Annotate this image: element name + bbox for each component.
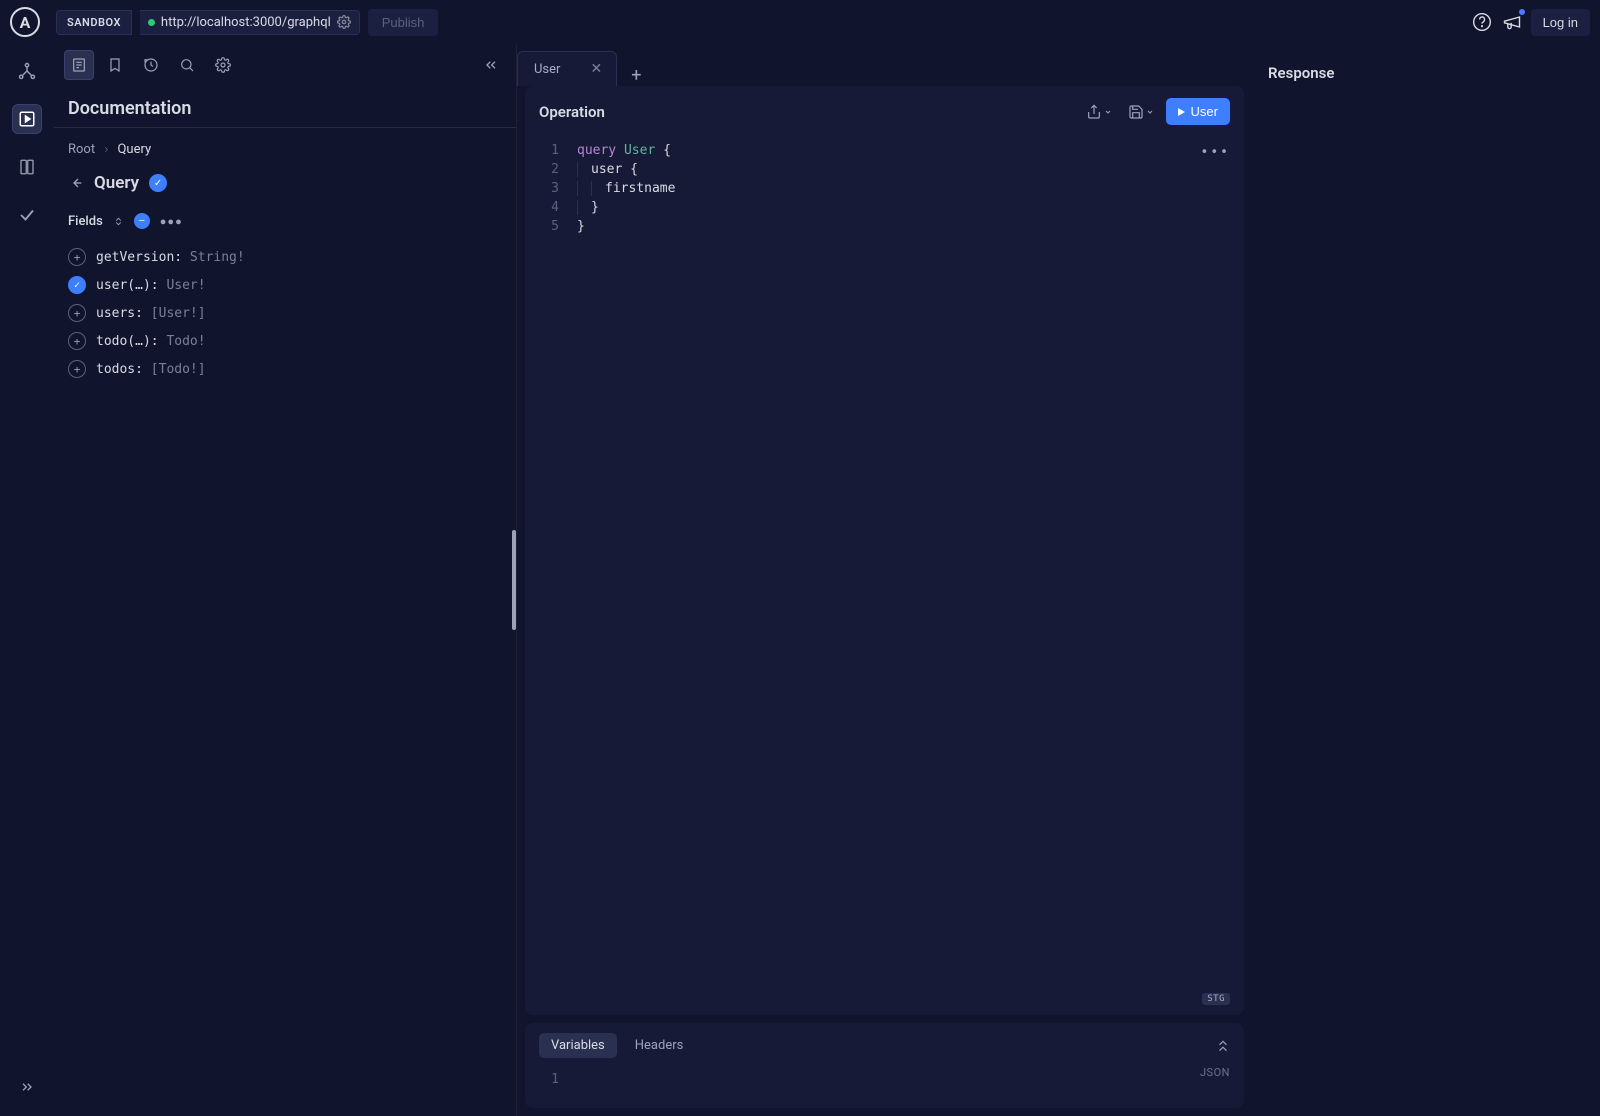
field-signature: todos: [Todo!]	[96, 362, 206, 377]
variables-tab[interactable]: Variables	[539, 1033, 617, 1058]
field-signature: user(…): User!	[96, 278, 206, 293]
bookmark-icon[interactable]	[100, 50, 130, 80]
deselect-all-icon[interactable]: −	[134, 213, 150, 229]
editor-menu-icon[interactable]: •••	[1201, 145, 1230, 160]
collapse-rail-icon[interactable]	[12, 1072, 42, 1102]
endpoint-settings-icon[interactable]	[337, 15, 351, 29]
center-panel: User ✕ + Operation User	[517, 44, 1252, 1116]
collapse-panel-icon[interactable]	[476, 50, 506, 80]
tab-label: User	[534, 62, 560, 77]
doc-toolbar	[54, 44, 516, 86]
history-icon[interactable]	[136, 50, 166, 80]
endpoint-input[interactable]: http://localhost:3000/graphql	[140, 10, 360, 35]
variables-panel: Variables Headers JSON 1	[525, 1023, 1244, 1108]
operation-container: Operation User ••• 1query User { 2user {	[525, 86, 1244, 1015]
field-signature: todo(…): Todo!	[96, 334, 206, 349]
variables-editor[interactable]: JSON 1	[525, 1066, 1244, 1108]
fields-label: Fields	[68, 214, 103, 229]
run-label: User	[1191, 104, 1218, 119]
fields-header: Fields − ●●●	[54, 207, 516, 243]
doc-heading: Documentation	[54, 86, 516, 128]
save-icon[interactable]	[1124, 100, 1158, 124]
search-icon[interactable]	[172, 50, 202, 80]
play-icon	[1178, 108, 1185, 116]
endpoint-url: http://localhost:3000/graphql	[161, 15, 331, 30]
schema-icon[interactable]	[12, 56, 42, 86]
close-tab-icon[interactable]: ✕	[590, 61, 602, 77]
query-heading-row: Query ✓	[54, 167, 516, 207]
field-add-icon[interactable]: +	[68, 248, 86, 266]
tab-user[interactable]: User ✕	[517, 51, 617, 86]
checks-icon[interactable]	[12, 200, 42, 230]
tab-row: User ✕ +	[517, 44, 1252, 86]
main-content: Documentation Root › Query Query ✓ Field…	[0, 44, 1600, 1116]
stg-badge[interactable]: STG	[1202, 993, 1230, 1005]
connection-status-dot	[148, 19, 155, 26]
query-selected-badge[interactable]: ✓	[149, 174, 167, 192]
diff-icon[interactable]	[12, 152, 42, 182]
notification-dot	[1519, 9, 1525, 15]
headers-tab[interactable]: Headers	[623, 1033, 696, 1058]
explorer-icon[interactable]	[12, 104, 42, 134]
top-bar: A SANDBOX http://localhost:3000/graphql …	[0, 0, 1600, 44]
field-item[interactable]: + todo(…): Todo!	[68, 327, 502, 355]
panel-resize-handle[interactable]	[512, 530, 516, 630]
response-title: Response	[1268, 64, 1584, 82]
sort-icon[interactable]	[113, 216, 124, 227]
left-rail	[0, 44, 54, 1116]
operation-title: Operation	[539, 103, 1074, 121]
response-panel: Response	[1252, 44, 1600, 1116]
json-format-label[interactable]: JSON	[1200, 1066, 1230, 1079]
field-item[interactable]: ✓ user(…): User!	[68, 271, 502, 299]
documentation-panel: Documentation Root › Query Query ✓ Field…	[54, 44, 517, 1116]
share-icon[interactable]	[1082, 100, 1116, 124]
breadcrumb-root[interactable]: Root	[68, 142, 95, 157]
field-item[interactable]: + todos: [Todo!]	[68, 355, 502, 383]
field-item[interactable]: + getVersion: String!	[68, 243, 502, 271]
login-button[interactable]: Log in	[1531, 9, 1590, 36]
variables-header: Variables Headers	[525, 1029, 1244, 1066]
help-icon[interactable]	[1471, 11, 1493, 33]
field-add-icon[interactable]: +	[68, 332, 86, 350]
field-item[interactable]: + users: [User!]	[68, 299, 502, 327]
apollo-logo[interactable]: A	[10, 7, 40, 37]
query-title: Query	[94, 173, 139, 193]
run-button[interactable]: User	[1166, 98, 1230, 125]
field-selected-icon[interactable]: ✓	[68, 276, 86, 294]
announcements-icon[interactable]	[1501, 11, 1523, 33]
publish-button[interactable]: Publish	[368, 9, 439, 36]
operation-header: Operation User	[525, 86, 1244, 137]
collapse-vars-icon[interactable]	[1216, 1039, 1230, 1053]
doc-view-icon[interactable]	[64, 50, 94, 80]
field-signature: users: [User!]	[96, 306, 206, 321]
code-editor[interactable]: ••• 1query User { 2user { 3firstname 4} …	[525, 137, 1244, 1015]
breadcrumb: Root › Query	[54, 128, 516, 167]
settings-icon[interactable]	[208, 50, 238, 80]
add-tab-icon[interactable]: +	[621, 65, 651, 86]
sandbox-badge[interactable]: SANDBOX	[56, 10, 132, 35]
breadcrumb-current: Query	[117, 142, 151, 157]
field-add-icon[interactable]: +	[68, 360, 86, 378]
breadcrumb-separator: ›	[104, 142, 108, 157]
back-arrow-icon[interactable]	[68, 175, 84, 191]
field-list: + getVersion: String! ✓ user(…): User! + user…	[54, 243, 516, 383]
field-add-icon[interactable]: +	[68, 304, 86, 322]
fields-menu-icon[interactable]: ●●●	[160, 215, 183, 228]
field-signature: getVersion: String!	[96, 250, 245, 265]
